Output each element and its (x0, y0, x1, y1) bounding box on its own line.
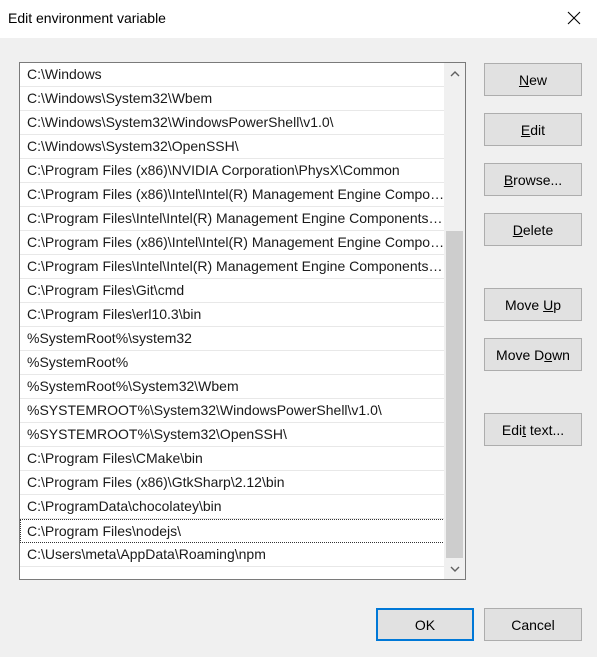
browse-button[interactable]: Browse... (484, 163, 582, 196)
delete-button-label-post: elete (522, 221, 554, 238)
list-item[interactable]: C:\Windows\System32\OpenSSH\ (20, 135, 445, 159)
edit-text-button-label-pre: Edi (501, 421, 523, 438)
delete-button[interactable]: Delete (484, 213, 582, 246)
cancel-button[interactable]: Cancel (484, 608, 582, 641)
close-icon (567, 11, 581, 25)
list-item[interactable]: %SYSTEMROOT%\System32\OpenSSH\ (20, 423, 445, 447)
list-item[interactable]: C:\Program Files (x86)\Intel\Intel(R) Ma… (20, 231, 445, 255)
list-item[interactable]: C:\ProgramData\chocolatey\bin (20, 495, 445, 519)
move-down-button-label-pre: Move D (496, 346, 545, 363)
move-down-button-label-post: wn (552, 346, 570, 363)
ok-button[interactable]: OK (376, 608, 474, 641)
vertical-scrollbar[interactable] (444, 63, 465, 579)
list-item[interactable]: C:\Program Files\Intel\Intel(R) Manageme… (20, 255, 445, 279)
scroll-down-button[interactable] (444, 558, 465, 579)
edit-button-accesskey: E (520, 121, 531, 138)
list-item[interactable]: %SYSTEMROOT%\System32\WindowsPowerShell\… (20, 399, 445, 423)
new-button-label-post: ew (529, 71, 548, 88)
scroll-up-button[interactable] (444, 63, 465, 84)
new-button-accesskey: N (518, 71, 530, 88)
edit-button-label-post: dit (530, 121, 546, 138)
edit-button[interactable]: Edit (484, 113, 582, 146)
edit-text-button-label-post: text... (526, 421, 565, 438)
chevron-down-icon (450, 566, 459, 572)
list-item[interactable]: C:\Program Files (x86)\GtkSharp\2.12\bin (20, 471, 445, 495)
browse-button-accesskey: B (503, 171, 514, 188)
chevron-up-icon (450, 70, 459, 76)
window-title: Edit environment variable (8, 10, 166, 26)
list-item[interactable]: C:\Windows (20, 63, 445, 87)
ok-button-label: OK (414, 616, 436, 633)
new-button[interactable]: New (484, 63, 582, 96)
move-down-button[interactable]: Move Do wn (484, 338, 582, 371)
list-item[interactable]: C:\Windows\System32\WindowsPowerShell\v1… (20, 111, 445, 135)
delete-button-accesskey: D (512, 221, 523, 238)
edit-text-button[interactable]: Edi t text... (484, 413, 582, 446)
list-item[interactable]: C:\Program Files\erl10.3\bin (20, 303, 445, 327)
list-item[interactable]: C:\Program Files\nodejs\ (20, 519, 445, 543)
path-list: C:\Windows C:\Windows\System32\Wbem C:\Win… (20, 63, 445, 567)
cancel-button-label: Cancel (511, 616, 555, 633)
close-button[interactable] (551, 0, 597, 36)
list-item[interactable]: C:\Program Files\Git\cmd (20, 279, 445, 303)
list-item[interactable]: C:\Program Files (x86)\Intel\Intel(R) Ma… (20, 183, 445, 207)
move-down-button-accesskey: o (544, 346, 553, 363)
list-item[interactable]: C:\Program Files\CMake\bin (20, 447, 445, 471)
move-up-button-accesskey: U (543, 296, 554, 313)
list-item[interactable]: C:\Windows\System32\Wbem (20, 87, 445, 111)
move-up-button-label-post: p (553, 296, 562, 313)
path-listbox[interactable]: C:\Windows C:\Windows\System32\Wbem C:\Win… (19, 62, 466, 580)
title-bar: Edit environment variable (0, 0, 597, 38)
scroll-thumb[interactable] (446, 230, 463, 558)
list-item[interactable]: C:\Program Files\Intel\Intel(R) Manageme… (20, 207, 445, 231)
list-item[interactable]: C:\Program Files (x86)\NVIDIA Corporatio… (20, 159, 445, 183)
list-item[interactable]: C:\Users\meta\AppData\Roaming\npm (20, 543, 445, 567)
browse-button-label-post: rowse... (513, 171, 563, 188)
list-item[interactable]: %SystemRoot% (20, 351, 445, 375)
move-up-button[interactable]: Move Up (484, 288, 582, 321)
list-item[interactable]: %SystemRoot%\System32\Wbem (20, 375, 445, 399)
move-up-button-label-pre: Move (504, 296, 544, 313)
list-item[interactable]: %SystemRoot%\system32 (20, 327, 445, 351)
